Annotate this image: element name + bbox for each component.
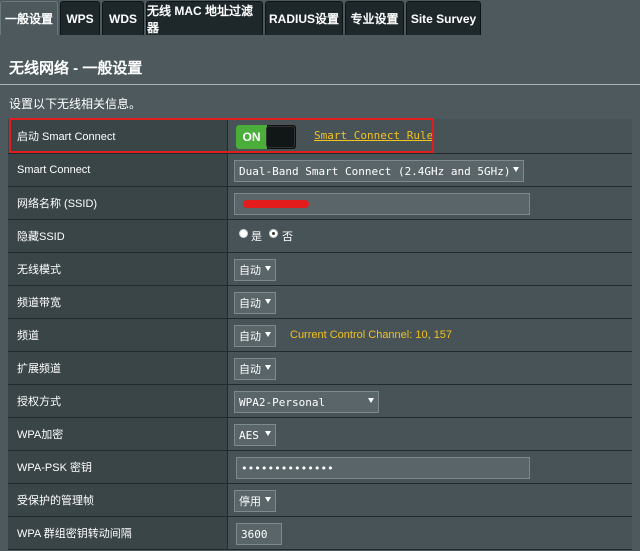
hide-ssid-no-label: 否 [282, 231, 293, 243]
ssid-redaction-mark [243, 200, 309, 208]
channel-select[interactable]: 自动 [234, 325, 276, 347]
hide-ssid-label: 隐藏SSID [8, 220, 227, 252]
row-ssid: 网络名称 (SSID) [8, 187, 632, 220]
wpa-psk-value: •••••••••••••• [228, 451, 632, 483]
row-extension-channel: 扩展频道 自动 [8, 352, 632, 385]
hide-ssid-yes-label: 是 [251, 231, 262, 243]
tab-bar: 一般设置 WPS WDS 无线 MAC 地址过滤器 RADIUS设置 专业设置 … [0, 0, 640, 36]
ssid-input[interactable] [234, 193, 530, 215]
wireless-mode-value: 自动 [228, 253, 632, 285]
intro-text: 设置以下无线相关信息。 [9, 97, 142, 111]
wireless-mode-selected: 自动 [239, 264, 261, 277]
protected-mgmt-value: 停用 [228, 484, 632, 516]
smart-connect-value: ON Smart Connect Rule [228, 119, 632, 153]
channel-selected: 自动 [239, 330, 261, 343]
wpa-psk-label: WPA-PSK 密钥 [8, 451, 227, 483]
channel-bandwidth-label: 频道带宽 [8, 286, 227, 318]
hide-ssid-no-radio[interactable] [269, 229, 278, 238]
channel-bandwidth-value: 自动 [228, 286, 632, 318]
tab-general[interactable]: 一般设置 [0, 1, 58, 35]
extension-channel-selected: 自动 [239, 363, 261, 376]
extension-channel-select[interactable]: 自动 [234, 358, 276, 380]
wpa-encryption-selected: AES [239, 428, 259, 442]
chevron-down-icon [265, 266, 271, 271]
toggle-on-label: ON [236, 125, 267, 149]
smart-connect-label: 启动 Smart Connect [8, 119, 227, 153]
chevron-down-icon [265, 365, 271, 370]
extension-channel-value: 自动 [228, 352, 632, 384]
tab-radius[interactable]: RADIUS设置 [265, 1, 343, 35]
channel-label: 频道 [8, 319, 227, 351]
current-control-channel-text: Current Control Channel: 10, 157 [290, 329, 453, 341]
row-wpa-psk: WPA-PSK 密钥 •••••••••••••• [8, 451, 632, 484]
wpa-encryption-select[interactable]: AES [234, 424, 276, 446]
ssid-label: 网络名称 (SSID) [8, 187, 227, 219]
row-channel-bandwidth: 频道带宽 自动 [8, 286, 632, 319]
tab-wds[interactable]: WDS [102, 1, 144, 35]
toggle-knob [266, 126, 295, 148]
row-auth-method: 授权方式 WPA2-Personal [8, 385, 632, 418]
protected-mgmt-select[interactable]: 停用 [234, 490, 276, 512]
row-group-key-interval: WPA 群组密钥转动间隔 3600 [8, 517, 632, 550]
smart-connect-mode-selected: Dual-Band Smart Connect (2.4GHz and 5GHz… [239, 164, 511, 178]
channel-bandwidth-selected: 自动 [239, 297, 261, 310]
hide-ssid-value: 是 否 [228, 220, 632, 252]
chevron-down-icon [265, 431, 271, 436]
chevron-down-icon [265, 299, 271, 304]
row-smart-connect: 启动 Smart Connect ON Smart Connect Rule [8, 119, 632, 154]
wpa-psk-masked-value: •••••••••••••• [241, 461, 334, 475]
chevron-down-icon [368, 398, 374, 403]
wireless-mode-label: 无线模式 [8, 253, 227, 285]
smart-connect-mode-value: Dual-Band Smart Connect (2.4GHz and 5GHz… [228, 154, 632, 186]
group-key-interval-text: 3600 [241, 527, 268, 541]
auth-method-label: 授权方式 [8, 385, 227, 417]
tab-wps[interactable]: WPS [60, 1, 100, 35]
wpa-encryption-label: WPA加密 [8, 418, 227, 450]
protected-mgmt-label: 受保护的管理帧 [8, 484, 227, 516]
smart-connect-mode-label: Smart Connect [8, 154, 227, 186]
wpa-psk-input[interactable]: •••••••••••••• [236, 457, 530, 479]
tab-site-survey[interactable]: Site Survey [406, 1, 481, 35]
tab-professional[interactable]: 专业设置 [345, 1, 404, 35]
auth-method-selected: WPA2-Personal [239, 395, 326, 409]
tab-mac-filter[interactable]: 无线 MAC 地址过滤器 [146, 1, 263, 35]
row-wpa-encryption: WPA加密 AES [8, 418, 632, 451]
chevron-down-icon [513, 167, 519, 172]
row-wireless-mode: 无线模式 自动 [8, 253, 632, 286]
extension-channel-label: 扩展频道 [8, 352, 227, 384]
page-title: 无线网络 - 一般设置 [9, 60, 143, 77]
auth-method-value: WPA2-Personal [228, 385, 632, 417]
channel-value: 自动 Current Control Channel: 10, 157 [228, 319, 632, 351]
row-channel: 频道 自动 Current Control Channel: 10, 157 [8, 319, 632, 352]
wpa-encryption-value: AES [228, 418, 632, 450]
group-key-interval-label: WPA 群组密钥转动间隔 [8, 517, 227, 549]
hide-ssid-yes-radio[interactable] [239, 229, 248, 238]
smart-connect-toggle[interactable]: ON [236, 125, 296, 149]
protected-mgmt-selected: 停用 [239, 495, 261, 508]
channel-bandwidth-select[interactable]: 自动 [234, 292, 276, 314]
row-smart-connect-mode: Smart Connect Dual-Band Smart Connect (2… [8, 154, 632, 187]
title-divider [0, 84, 640, 85]
smart-connect-mode-select[interactable]: Dual-Band Smart Connect (2.4GHz and 5GHz… [234, 160, 524, 182]
chevron-down-icon [265, 332, 271, 337]
auth-method-select[interactable]: WPA2-Personal [234, 391, 379, 413]
ssid-value [228, 187, 632, 219]
smart-connect-rule-link[interactable]: Smart Connect Rule [314, 129, 433, 142]
row-protected-mgmt: 受保护的管理帧 停用 [8, 484, 632, 517]
wireless-mode-select[interactable]: 自动 [234, 259, 276, 281]
chevron-down-icon [265, 497, 271, 502]
group-key-interval-value: 3600 [228, 517, 632, 549]
group-key-interval-input[interactable]: 3600 [236, 523, 282, 545]
row-hide-ssid: 隐藏SSID 是 否 [8, 220, 632, 253]
